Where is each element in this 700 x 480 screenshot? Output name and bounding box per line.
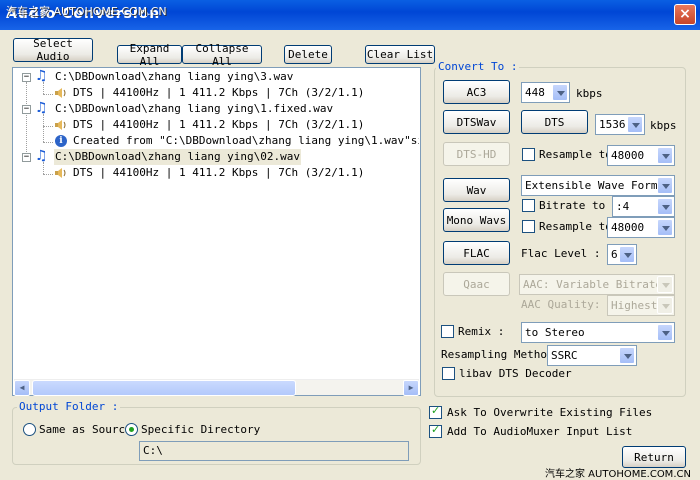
select-audio-button[interactable]: Select Audio [13, 37, 93, 63]
chevron-down-icon [657, 177, 673, 194]
chevron-down-icon [657, 297, 673, 314]
tree-item[interactable]: − ♫ C:\DBDownload\zhang liang ying\02.wa… [13, 148, 413, 165]
flac-button[interactable]: FLAC [443, 241, 510, 265]
chevron-down-icon [657, 198, 673, 215]
specific-directory-label[interactable]: Specific Directory [141, 423, 260, 436]
resampling-method-label: Resampling Method [441, 348, 554, 361]
aac-mode-combo[interactable]: AAC: Variable Bitrate [519, 274, 675, 295]
libav-label: libav DTS Decoder [459, 367, 572, 380]
convert-to-label: Convert To : [436, 60, 520, 73]
ac3-bitrate-combo[interactable]: 448 [521, 82, 570, 103]
scrollbar-thumb[interactable] [32, 380, 296, 396]
remix-combo[interactable]: to Stereo [521, 322, 675, 343]
remix-label: Remix : [458, 325, 505, 338]
tree-item-detail: DTS | 44100Hz | 1 411.2 Kbps | 7Ch (3/2/… [73, 118, 365, 131]
scroll-left-icon[interactable]: ◀ [14, 380, 30, 396]
chevron-down-icon [619, 347, 635, 364]
collapse-icon[interactable]: − [22, 105, 31, 114]
dts-unit-label: kbps [650, 119, 677, 132]
chevron-down-icon [552, 84, 568, 101]
tree-item-path: C:\DBDownload\zhang liang ying\3.wav [55, 70, 294, 83]
collapse-icon[interactable]: − [22, 153, 31, 162]
resample-label-2: Resample to [539, 220, 612, 233]
clear-list-button[interactable]: Clear List [365, 45, 435, 64]
tree-item[interactable]: − ♫ C:\DBDownload\zhang liang ying\1.fix… [13, 100, 413, 117]
chevron-down-icon [657, 324, 673, 341]
bitrate-checkbox[interactable] [522, 199, 535, 212]
tree-subitem[interactable]: i Created from "C:\DBDownload\zhang lian… [13, 133, 419, 149]
music-note-icon: ♫ [35, 68, 48, 84]
dtswav-button[interactable]: DTSWav [443, 110, 510, 134]
tree-item-path: C:\DBDownload\zhang liang ying\1.fixed.w… [55, 102, 334, 115]
close-button[interactable]: × [674, 4, 696, 25]
mono-wavs-button[interactable]: Mono Wavs [443, 208, 510, 232]
watermark-bottom: 汽车之家 AUTOHOME.COM.CN [545, 469, 691, 480]
info-icon: i [55, 135, 67, 147]
output-path-field[interactable]: C:\ [139, 441, 409, 461]
tree-subitem[interactable]: DTS | 44100Hz | 1 411.2 Kbps | 7Ch (3/2/… [13, 117, 413, 133]
expand-all-button[interactable]: Expand All [117, 42, 182, 68]
aac-quality-combo[interactable]: Highest [607, 295, 675, 316]
same-as-source-label[interactable]: Same as Source [39, 423, 132, 436]
watermark-top: 汽车之家 AUTOHOME.COM.CN [6, 5, 167, 18]
chevron-down-icon [657, 147, 673, 164]
dts-button[interactable]: DTS [521, 110, 588, 134]
libav-checkbox[interactable] [442, 367, 455, 380]
aac-quality-label: AAC Quality: [521, 298, 601, 311]
specific-directory-radio[interactable] [125, 423, 138, 436]
tree-item-detail: DTS | 44100Hz | 1 411.2 Kbps | 7Ch (3/2/… [73, 86, 365, 99]
tree-subitem[interactable]: DTS | 44100Hz | 1 411.2 Kbps | 7Ch (3/2/… [13, 85, 413, 101]
chevron-down-icon [619, 246, 635, 263]
add-audiomuxer-label[interactable]: Add To AudioMuxer Input List [447, 425, 632, 438]
ask-overwrite-checkbox[interactable] [429, 404, 442, 419]
ac3-unit-label: kbps [576, 87, 603, 100]
qaac-button[interactable]: Qaac [443, 272, 510, 296]
title-bar: Audio Conversion 汽车之家 AUTOHOME.COM.CN × [0, 0, 700, 30]
file-tree[interactable]: − ♫ C:\DBDownload\zhang liang ying\3.wav… [12, 67, 421, 396]
flac-level-label: Flac Level : [521, 247, 601, 260]
resample-label-1: Resample to [539, 148, 612, 161]
tree-item[interactable]: − ♫ C:\DBDownload\zhang liang ying\3.wav [13, 68, 413, 85]
flac-level-combo[interactable]: 6 [607, 244, 637, 265]
chevron-down-icon [657, 219, 673, 236]
ask-overwrite-label[interactable]: Ask To Overwrite Existing Files [447, 406, 652, 419]
resample-combo-1[interactable]: 48000 [607, 145, 675, 166]
horizontal-scrollbar[interactable]: ◀ ▶ [14, 379, 419, 396]
speaker-icon [55, 120, 66, 130]
scroll-right-icon[interactable]: ▶ [403, 380, 419, 396]
music-note-icon: ♫ [35, 100, 48, 116]
tree-item-path: C:\DBDownload\zhang liang ying\02.wav [54, 149, 302, 165]
remix-checkbox[interactable] [441, 325, 454, 338]
ac3-button[interactable]: AC3 [443, 80, 510, 104]
speaker-icon [55, 88, 66, 98]
wav-button[interactable]: Wav [443, 178, 510, 202]
resample-checkbox-1[interactable] [522, 148, 535, 161]
bitrate-combo[interactable]: :4 [612, 196, 675, 217]
chevron-down-icon [627, 116, 643, 133]
music-note-icon: ♫ [35, 148, 48, 164]
tree-item-note: Created from "C:\DBDownload\zhang liang … [73, 134, 419, 147]
dts-bitrate-combo[interactable]: 1536 [595, 114, 645, 135]
resample-combo-2[interactable]: 48000 [607, 217, 675, 238]
tree-subitem[interactable]: DTS | 44100Hz | 1 411.2 Kbps | 7Ch (3/2/… [13, 165, 413, 181]
dts-hd-button[interactable]: DTS-HD [443, 142, 510, 166]
resampling-method-combo[interactable]: SSRC [547, 345, 637, 366]
output-folder-label: Output Folder : [17, 400, 121, 413]
delete-button[interactable]: Delete [284, 45, 332, 64]
tree-item-detail: DTS | 44100Hz | 1 411.2 Kbps | 7Ch (3/2/… [73, 166, 365, 179]
same-as-source-radio[interactable] [23, 423, 36, 436]
collapse-icon[interactable]: − [22, 73, 31, 82]
bitrate-label: Bitrate to [539, 199, 606, 212]
wav-format-combo[interactable]: Extensible Wave Format [521, 175, 675, 196]
speaker-icon [55, 168, 66, 178]
resample-checkbox-2[interactable] [522, 220, 535, 233]
chevron-down-icon [657, 276, 673, 293]
collapse-all-button[interactable]: Collapse All [182, 42, 262, 68]
add-audiomuxer-checkbox[interactable] [429, 423, 442, 438]
